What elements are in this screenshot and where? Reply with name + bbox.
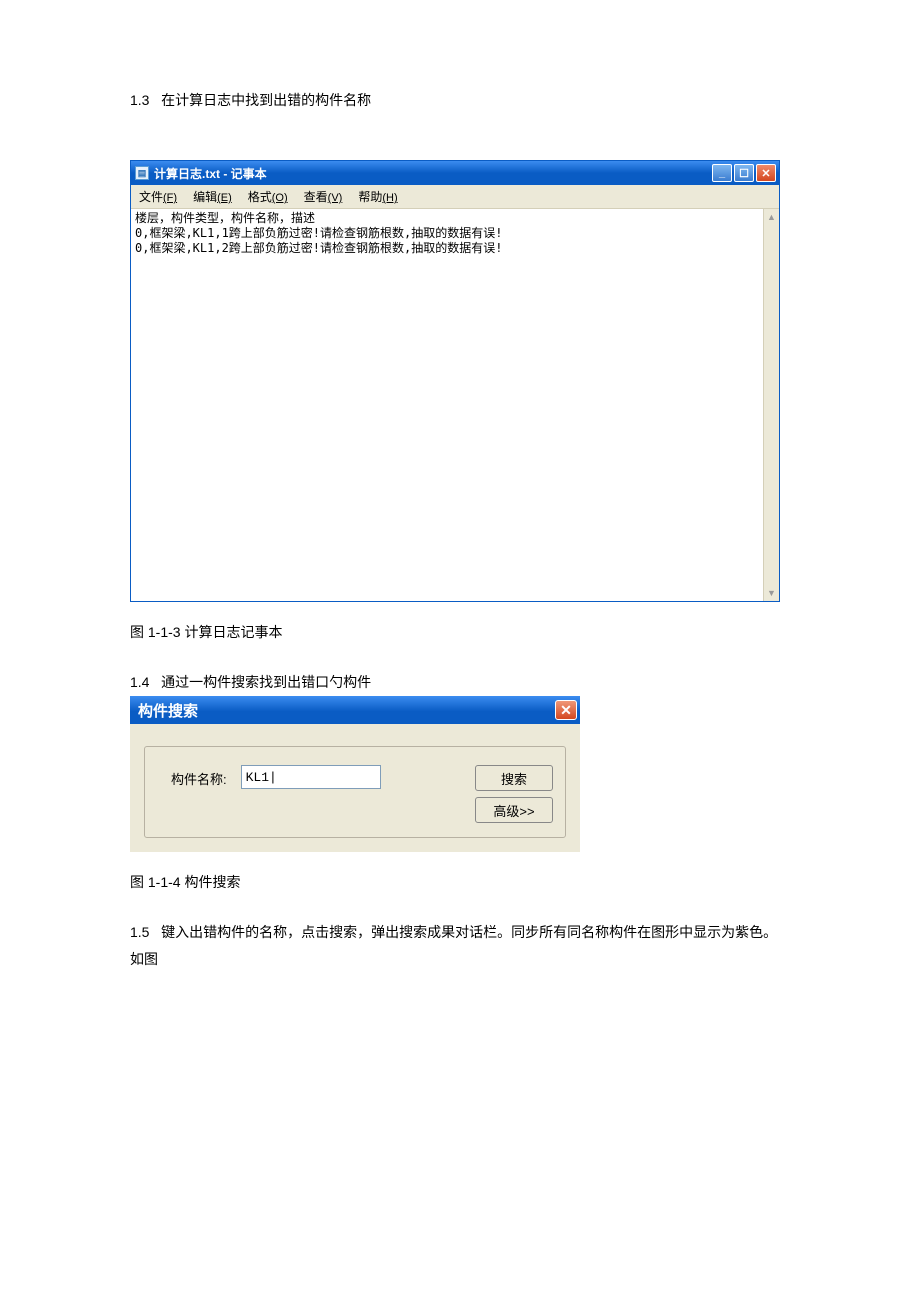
search-dialog: 构件搜索 ✕ 构件名称: 搜索 高级>> — [130, 696, 580, 852]
heading-text: 键入出错构件的名称，点击搜索，弹出搜索成果对话栏。同步所有同名称构件在图形中显示… — [161, 924, 777, 940]
menu-view[interactable]: 查看(V) — [300, 187, 347, 206]
menu-help[interactable]: 帮助(H) — [354, 187, 401, 206]
heading-num: 1.4 — [130, 674, 149, 690]
heading-text: 通过一构件搜索找到出错口勺构件 — [161, 674, 371, 690]
notepad-window: ▤ 计算日志.txt - 记事本 _ ☐ ✕ 文件(F) 编辑(E) 格式(O)… — [130, 160, 780, 602]
figure-caption-1-1-4: 图 1-1-4 构件搜索 — [130, 872, 790, 892]
body-text-1-5: 如图 — [130, 948, 790, 970]
figure-caption-1-1-3: 图 1-1-3 计算日志记事本 — [130, 622, 790, 642]
heading-1-4: 1.4 通过一构件搜索找到出错口勺构件 — [130, 672, 790, 692]
notepad-app-icon: ▤ — [135, 166, 149, 180]
notepad-menubar: 文件(F) 编辑(E) 格式(O) 查看(V) 帮助(H) — [131, 185, 779, 209]
minimize-button[interactable]: _ — [712, 164, 732, 182]
menu-edit[interactable]: 编辑(E) — [189, 187, 236, 206]
document-page: 1.3 在计算日志中找到出错的构件名称 ▤ 计算日志.txt - 记事本 _ ☐… — [0, 0, 920, 1050]
notepad-body: 楼层，构件类型，构件名称，描述 0,框架梁,KL1,1跨上部负筋过密!请检查钢筋… — [131, 209, 779, 601]
notepad-title: 计算日志.txt - 记事本 — [154, 165, 712, 182]
notepad-content[interactable]: 楼层，构件类型，构件名称，描述 0,框架梁,KL1,1跨上部负筋过密!请检查钢筋… — [131, 209, 763, 601]
search-group: 构件名称: 搜索 高级>> — [144, 746, 566, 838]
close-button[interactable]: ✕ — [555, 700, 577, 720]
search-titlebar[interactable]: 构件搜索 ✕ — [130, 696, 580, 724]
advanced-button[interactable]: 高级>> — [475, 797, 553, 823]
menu-file[interactable]: 文件(F) — [135, 187, 181, 206]
scrollbar[interactable]: ▲ ▼ — [763, 209, 779, 601]
close-button[interactable]: ✕ — [756, 164, 776, 182]
heading-num: 1.3 — [130, 92, 149, 108]
heading-1-3: 1.3 在计算日志中找到出错的构件名称 — [130, 90, 790, 110]
search-buttons: 搜索 高级>> — [475, 765, 553, 823]
search-body: 构件名称: 搜索 高级>> — [130, 724, 580, 852]
heading-num: 1.5 — [130, 924, 149, 940]
search-title: 构件搜索 — [138, 700, 198, 721]
notepad-titlebar[interactable]: ▤ 计算日志.txt - 记事本 _ ☐ ✕ — [131, 161, 779, 185]
heading-text: 在计算日志中找到出错的构件名称 — [161, 92, 371, 108]
component-name-input[interactable] — [241, 765, 381, 789]
heading-1-5: 1.5 键入出错构件的名称，点击搜索，弹出搜索成果对话栏。同步所有同名称构件在图… — [130, 922, 790, 942]
window-controls: _ ☐ ✕ — [712, 164, 776, 182]
component-name-label: 构件名称: — [171, 765, 227, 788]
scroll-down-icon[interactable]: ▼ — [764, 585, 779, 601]
menu-format[interactable]: 格式(O) — [244, 187, 292, 206]
search-button[interactable]: 搜索 — [475, 765, 553, 791]
maximize-button[interactable]: ☐ — [734, 164, 754, 182]
scroll-up-icon[interactable]: ▲ — [764, 209, 779, 225]
